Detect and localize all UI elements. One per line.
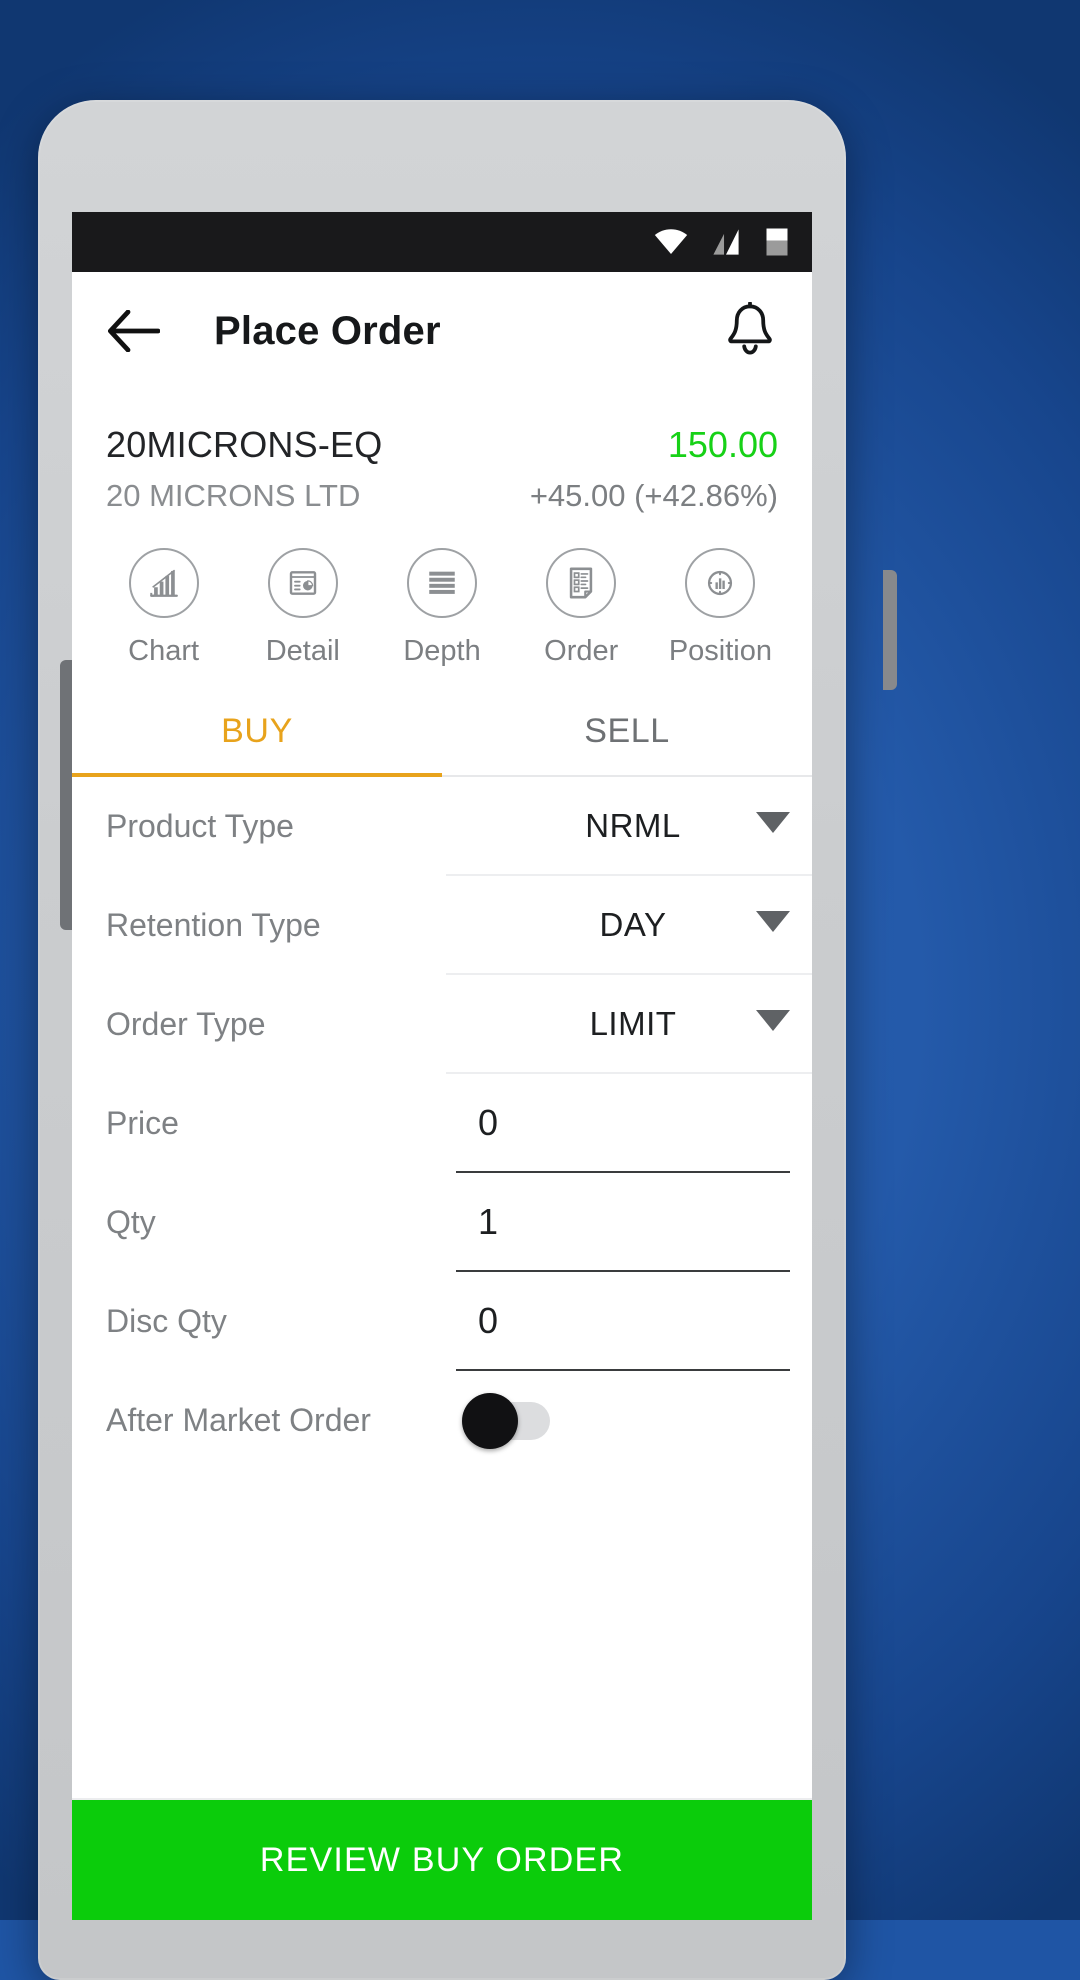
last-traded-price: 150.00 bbox=[667, 424, 778, 465]
device-side-button-right bbox=[883, 570, 897, 690]
product-type-dropdown[interactable]: NRML bbox=[446, 777, 812, 876]
product-type-value: NRML bbox=[585, 806, 681, 844]
scrip-header: 20MICRONS-EQ 20 MICRONS LTD 150.00 +45.0… bbox=[72, 390, 812, 520]
quicknav-label: Position bbox=[668, 635, 772, 667]
form-row-after-market-order: After Market Order bbox=[72, 1371, 812, 1470]
status-bar bbox=[72, 212, 812, 272]
review-order-label: REVIEW BUY ORDER bbox=[259, 1840, 625, 1879]
form-label: Disc Qty bbox=[106, 1303, 227, 1339]
tab-indicator-active bbox=[72, 773, 442, 777]
quick-nav-row: Chart Detail Depth Order Position bbox=[72, 520, 812, 668]
chevron-down-icon bbox=[756, 812, 790, 839]
scrip-company-name: 20 MICRONS LTD bbox=[106, 478, 361, 513]
form-label: Product Type bbox=[106, 808, 294, 844]
form-row-order-type: Order Type LIMIT bbox=[72, 975, 812, 1074]
price-input[interactable]: 0 bbox=[478, 1102, 790, 1144]
chevron-down-icon bbox=[756, 911, 790, 938]
retention-type-dropdown[interactable]: DAY bbox=[446, 876, 812, 975]
form-row-retention-type: Retention Type DAY bbox=[72, 876, 812, 975]
buy-sell-tabs: BUY SELL bbox=[72, 694, 812, 773]
quicknav-circle bbox=[546, 548, 617, 618]
quicknav-item-depth[interactable]: Depth bbox=[372, 548, 511, 668]
form-row-disc-qty: Disc Qty 0 bbox=[72, 1272, 812, 1371]
scrip-quote: 150.00 +45.00 (+42.86%) bbox=[530, 424, 778, 514]
disc-qty-underline: 0 bbox=[456, 1272, 790, 1371]
scrip-identity: 20MICRONS-EQ 20 MICRONS LTD bbox=[106, 424, 382, 514]
quicknav-label: Chart bbox=[128, 635, 200, 667]
back-button[interactable] bbox=[106, 303, 162, 359]
price-underline: 0 bbox=[456, 1074, 790, 1173]
order-type-value: LIMIT bbox=[589, 1004, 677, 1042]
qty-field-wrap: 1 bbox=[446, 1173, 812, 1272]
disc-qty-field-wrap: 0 bbox=[446, 1272, 812, 1371]
qty-input[interactable]: 1 bbox=[478, 1201, 790, 1243]
quicknav-item-chart[interactable]: Chart bbox=[94, 548, 233, 668]
quicknav-label: Detail bbox=[265, 635, 340, 667]
review-order-button[interactable]: REVIEW BUY ORDER bbox=[72, 1800, 812, 1920]
back-arrow-icon bbox=[108, 310, 160, 352]
form-label: Retention Type bbox=[106, 907, 321, 943]
form-label: Qty bbox=[106, 1204, 156, 1240]
bell-icon bbox=[728, 302, 772, 355]
quicknav-circle bbox=[128, 548, 199, 618]
scrip-symbol: 20MICRONS-EQ bbox=[106, 424, 383, 465]
form-label: Order Type bbox=[106, 1006, 266, 1042]
quicknav-item-position[interactable]: Position bbox=[651, 548, 790, 668]
qty-underline: 1 bbox=[456, 1173, 790, 1272]
price-field-wrap: 0 bbox=[446, 1074, 812, 1173]
quicknav-label: Order bbox=[544, 635, 619, 667]
form-row-product-type: Product Type NRML bbox=[72, 777, 812, 876]
disc-qty-input[interactable]: 0 bbox=[478, 1300, 790, 1342]
price-change: +45.00 (+42.86%) bbox=[529, 478, 778, 513]
form-row-price: Price 0 bbox=[72, 1074, 812, 1173]
notifications-button[interactable] bbox=[722, 301, 778, 361]
quicknav-circle bbox=[407, 548, 477, 618]
chevron-down-icon bbox=[756, 1010, 790, 1037]
form-row-qty: Qty 1 bbox=[72, 1173, 812, 1272]
quicknav-circle bbox=[267, 548, 338, 618]
order-type-dropdown[interactable]: LIMIT bbox=[446, 975, 812, 1074]
battery-icon bbox=[764, 227, 790, 257]
page-title: Place Order bbox=[214, 308, 441, 353]
signal-icon bbox=[710, 228, 742, 256]
after-market-order-toggle[interactable] bbox=[462, 1392, 550, 1449]
toggle-thumb bbox=[462, 1392, 518, 1449]
form-label: Price bbox=[106, 1105, 179, 1141]
form-label: After Market Order bbox=[106, 1402, 371, 1438]
market-depth-icon bbox=[429, 571, 455, 594]
quicknav-label: Depth bbox=[403, 635, 481, 667]
position-icon bbox=[708, 570, 733, 596]
report-detail-icon bbox=[289, 571, 316, 595]
bar-chart-icon bbox=[149, 569, 178, 597]
wifi-icon bbox=[654, 229, 688, 255]
quicknav-item-detail[interactable]: Detail bbox=[233, 548, 372, 668]
order-book-icon bbox=[570, 567, 593, 599]
tab-sell[interactable]: SELL bbox=[442, 694, 812, 773]
quicknav-circle bbox=[685, 548, 756, 618]
quicknav-item-order[interactable]: Order bbox=[512, 548, 651, 668]
order-form: Product Type NRML Retention Type DAY Ord… bbox=[72, 777, 812, 1470]
after-market-order-control bbox=[446, 1371, 812, 1470]
phone-screen: Place Order 20MICRONS-EQ 20 MICRONS LTD … bbox=[72, 212, 812, 1920]
retention-type-value: DAY bbox=[599, 905, 667, 943]
app-bar: Place Order bbox=[72, 272, 812, 390]
tab-buy[interactable]: BUY bbox=[72, 694, 442, 773]
